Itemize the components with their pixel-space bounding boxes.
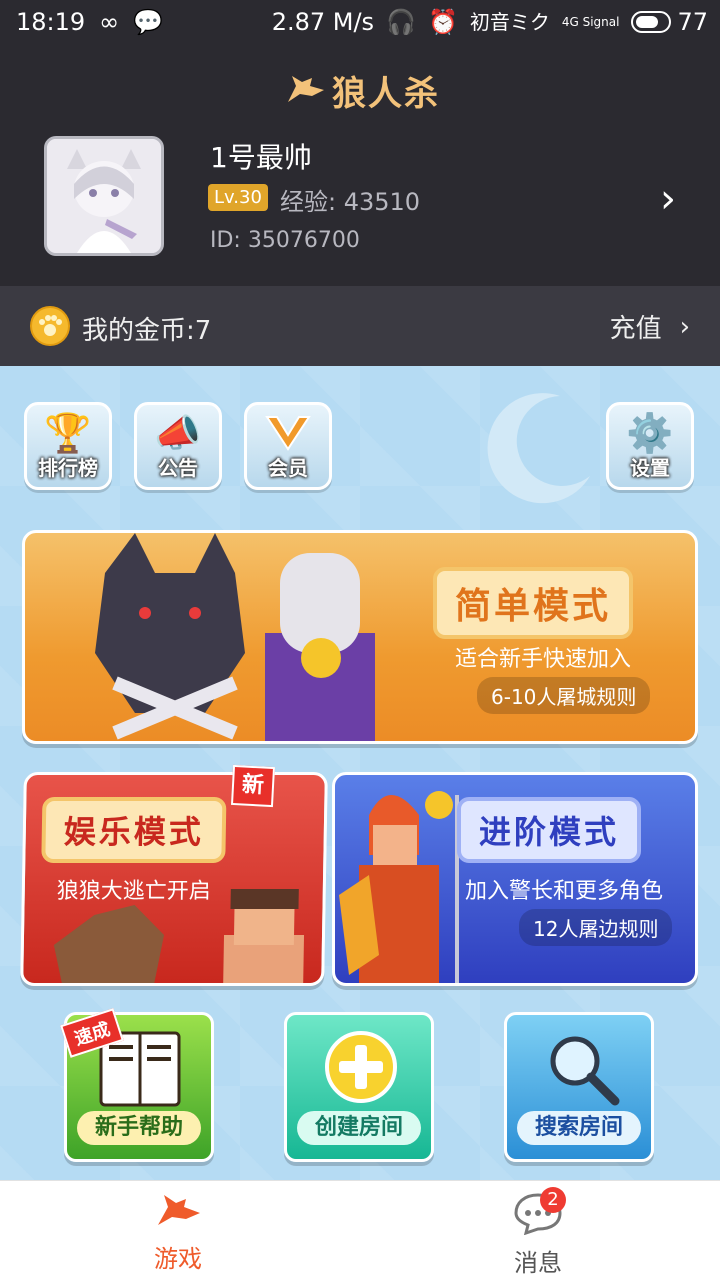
advanced-mode-rule: 12人屠边规则 [519,909,673,946]
trophy-icon: 🏆 [44,411,92,455]
fun-mode-card[interactable]: 娱乐模式 狼狼大逃亡开启 [20,772,328,986]
nickname: 1号最帅 [210,141,312,174]
advanced-mode-title: 进阶模式 [457,797,642,863]
main-panel: 🏆 排行榜 📣 公告 会员 ⚙️ 设置 简单模式 适合新手快速加入 6-10人屠… [0,366,720,1180]
battery-level: 77 [677,8,708,36]
advanced-mode-subtitle: 加入警长和更多角色 [465,879,664,904]
leaderboard-label: 排行榜 [38,456,98,480]
advanced-mode-card[interactable]: 进阶模式 加入警长和更多角色 12人屠边规则 [332,772,698,986]
vip-v-icon [247,411,329,460]
chevron-right-icon[interactable]: › [660,176,676,222]
tab-game[interactable]: 游戏 [118,1191,238,1274]
profile-header: 狼人杀 1号最帅 Lv.30 经验: 43510 ID: 35076700 › [0,46,720,286]
settings-label: 设置 [630,456,670,480]
carrier-name: 初音ミク [469,10,550,34]
wolf-and-elder-illustration [95,533,375,741]
recharge-label: 充值 [609,314,662,344]
battery-icon [631,11,672,33]
coin-bar: 我的金币:7 充值 › [0,286,720,366]
announcement-button[interactable]: 📣 公告 [134,402,222,490]
wolf-head-icon [158,1195,200,1225]
experience: 经验: 43510 [280,188,421,216]
plus-icon [325,1031,397,1103]
battery: 77 [631,8,708,36]
announcement-label: 公告 [158,456,198,480]
paw-coin-icon [30,306,70,346]
moon-icon [487,393,590,504]
coin-balance: 我的金币:7 [82,316,212,346]
new-tag: 新 [230,764,276,808]
gear-icon: ⚙️ [626,411,674,455]
leaderboard-button[interactable]: 🏆 排行榜 [24,402,112,490]
app-logo: 狼人杀 [286,66,440,115]
chat-bubble-icon: 💬 [133,8,164,36]
status-bar: 18:19 ∞ 💬 2.87 M/s 🎧 ⏰ 初音ミク 4G Signal 77 [0,0,720,46]
search-room-label: 搜索房间 [517,1111,641,1145]
megaphone-icon: 📣 [154,411,202,455]
wolf-and-hunter-illustration [53,889,305,986]
wolf-logo-icon [286,72,326,110]
headphones-icon: 🎧 [386,8,416,36]
avatar-portrait-icon [47,139,161,253]
infinity-icon: ∞ [99,8,120,36]
logo-text: 狼人杀 [332,74,440,114]
tab-messages[interactable]: 2 消息 [478,1187,598,1278]
alarm-icon: ⏰ [427,8,458,36]
chevron-right-icon: › [679,311,690,342]
settings-button[interactable]: ⚙️ 设置 [606,402,694,490]
bottom-tab-bar: 游戏 2 消息 [0,1180,720,1280]
signal-label: 4G Signal [561,15,620,29]
tab-game-label: 游戏 [154,1245,202,1273]
easy-mode-subtitle: 适合新手快速加入 [455,647,632,672]
vip-button[interactable]: 会员 [244,402,332,490]
avatar[interactable] [44,136,164,256]
recharge-button[interactable]: 充值 › [610,308,690,345]
tab-messages-label: 消息 [514,1249,562,1277]
clock-time: 18:19 [16,8,86,36]
create-room-button[interactable]: 创建房间 [284,1012,434,1162]
network-speed: 2.87 M/s [271,8,375,36]
unread-badge: 2 [540,1187,566,1213]
beginner-help-label: 新手帮助 [77,1111,201,1145]
level-badge: Lv.30 [208,184,268,211]
magnifier-icon [550,1036,620,1106]
create-room-label: 创建房间 [297,1111,421,1145]
easy-mode-rule: 6-10人屠城规则 [477,677,651,714]
fun-mode-title: 娱乐模式 [41,797,227,863]
easy-mode-card[interactable]: 简单模式 适合新手快速加入 6-10人屠城规则 [22,530,698,744]
easy-mode-title: 简单模式 [433,567,634,639]
user-id: ID: 35076700 [210,228,360,253]
search-room-button[interactable]: 搜索房间 [504,1012,654,1162]
